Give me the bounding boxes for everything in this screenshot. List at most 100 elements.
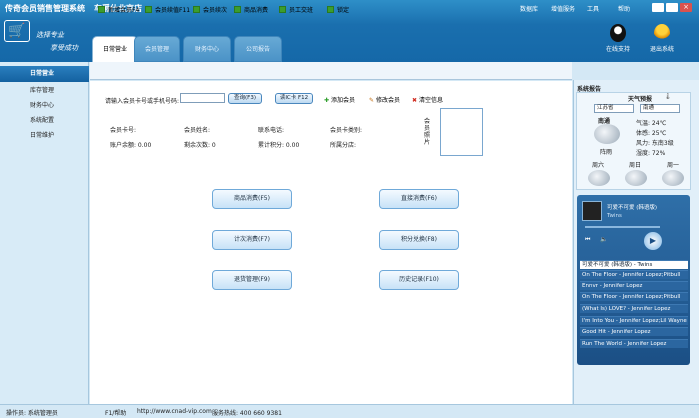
member-photo-label: 会员照片 bbox=[424, 118, 431, 146]
forecast-day-3: 周一 bbox=[667, 162, 680, 169]
tab-finance-center[interactable]: 财务中心 bbox=[183, 36, 231, 62]
branch-label: 所属分店: bbox=[330, 142, 357, 149]
account-balance-label: 账户余额: 0.00 bbox=[110, 142, 152, 149]
database-menu[interactable]: 数据库 bbox=[520, 4, 538, 13]
remaining-count-label: 剩余次数: 0 bbox=[184, 142, 216, 149]
prev-icon[interactable]: ⏮ bbox=[585, 236, 590, 244]
wind: 风力: 东南3级 bbox=[636, 140, 674, 147]
sidebar-item-finance[interactable]: 财务中心 bbox=[0, 98, 89, 114]
progress-bar[interactable] bbox=[585, 226, 660, 228]
weather-title: 天气预报 bbox=[628, 96, 653, 103]
now-playing-title: 可爱不可爱 (韩语版) bbox=[607, 205, 658, 211]
tab-company-report[interactable]: 公司报告 bbox=[234, 36, 282, 62]
total-points-label: 累计积分: 0.00 bbox=[258, 142, 300, 149]
rain-cloud-icon bbox=[594, 124, 620, 144]
query-button[interactable]: 查询(F3) bbox=[228, 93, 262, 104]
pencil-icon: ✎ bbox=[369, 97, 375, 104]
toolbar-member-renew-count[interactable]: 会员续次 bbox=[193, 5, 227, 14]
exit-system-button[interactable]: 退出系统 bbox=[642, 24, 682, 53]
playlist-item[interactable]: On The Floor - Jennifer Lopez;Pitbull bbox=[580, 270, 688, 279]
forecast-cloud-icon-1 bbox=[588, 170, 610, 186]
toolbar-member-renew-count-label: 会员续次 bbox=[203, 7, 228, 14]
toolbar-staff-handover-label: 员工交班 bbox=[289, 7, 314, 14]
playlist-item[interactable]: Ennvr - Jennifer Lopez bbox=[580, 281, 688, 290]
count-consume-button[interactable]: 计次消费(F7) bbox=[212, 230, 292, 250]
temperature: 气温: 24℃ bbox=[636, 120, 667, 127]
toolbar-goods-consume[interactable]: 商品消费 bbox=[234, 5, 268, 14]
exit-system-label: 退出系统 bbox=[649, 46, 674, 53]
quick-consume-button[interactable]: 直接消费(F6) bbox=[379, 189, 459, 209]
feels-like: 体感: 25℃ bbox=[636, 130, 667, 137]
province-select[interactable]: 江苏省 bbox=[594, 104, 634, 113]
recharge-icon bbox=[145, 6, 152, 13]
member-name-label: 会员姓名: bbox=[184, 127, 211, 134]
card-input-label: 请输入会员卡号或手机号码: bbox=[105, 98, 180, 105]
toolbar-staff-handover[interactable]: 员工交班 bbox=[279, 5, 313, 14]
clear-info-label: 清空信息 bbox=[418, 97, 443, 104]
province-value: 江苏省 bbox=[597, 105, 614, 111]
value-added-menu[interactable]: 增值服务 bbox=[551, 4, 575, 13]
toolbar-goods-consume-label: 商品消费 bbox=[244, 7, 269, 14]
edit-member-link[interactable]: ✎ 修改会员 bbox=[369, 95, 400, 104]
playlist-item[interactable]: (What Is) LOVE? - Jennifer Lopez bbox=[580, 304, 688, 313]
forecast-cloud-icon-2 bbox=[625, 170, 647, 186]
play-icon[interactable]: ▶ bbox=[644, 232, 662, 250]
close-icon[interactable]: × bbox=[680, 3, 692, 12]
playlist-item[interactable]: On The Floor - Jennifer Lopez;Pitbull bbox=[580, 292, 688, 301]
plus-icon: ✚ bbox=[324, 97, 330, 104]
help-menu[interactable]: 帮助 bbox=[618, 4, 630, 13]
read-ic-card-button[interactable]: 读IC卡 F12 bbox=[275, 93, 313, 104]
return-management-button[interactable]: 退货管理(F9) bbox=[212, 270, 292, 290]
tools-menu[interactable]: 工具 bbox=[587, 4, 599, 13]
volume-icon[interactable]: 🔈 bbox=[600, 236, 607, 243]
running-man-icon bbox=[654, 24, 670, 42]
points-exchange-button[interactable]: 积分兑换(F8) bbox=[379, 230, 459, 250]
forecast-day-1: 周六 bbox=[592, 162, 605, 169]
toolbar-lock[interactable]: 锁定 bbox=[327, 5, 349, 14]
minimize-button[interactable] bbox=[652, 3, 664, 12]
sidebar-item-system-config[interactable]: 系统配置 bbox=[0, 113, 89, 129]
renew-icon bbox=[193, 6, 200, 13]
goods-consume-button[interactable]: 商品消费(F5) bbox=[212, 189, 292, 209]
website-url[interactable]: http://www.cnad-vip.com bbox=[137, 408, 212, 415]
x-icon: ✖ bbox=[412, 97, 418, 104]
online-support-button[interactable]: 在线支持 bbox=[598, 24, 638, 53]
city-select[interactable]: 南通 bbox=[640, 104, 680, 113]
toolbar-member-recharge-label: 会员续值F11 bbox=[155, 7, 191, 14]
edit-member-label: 修改会员 bbox=[375, 97, 400, 104]
tab-daily-business[interactable]: 日常营业 bbox=[92, 36, 138, 62]
weather-condition: 阵雨 bbox=[600, 149, 613, 156]
toolbar-member-recharge[interactable]: 会员续值F11 bbox=[145, 5, 190, 14]
history-records-button[interactable]: 历史记录(F10) bbox=[379, 270, 459, 290]
maximize-button[interactable] bbox=[666, 3, 678, 12]
handover-icon bbox=[279, 6, 286, 13]
card-number-input[interactable] bbox=[180, 93, 225, 103]
album-art bbox=[582, 201, 602, 221]
sidebar-item-inventory[interactable]: 库存管理 bbox=[0, 83, 89, 99]
playlist-item[interactable]: Run The World - Jennifer Lopez bbox=[580, 339, 688, 348]
forecast-cloud-icon-3 bbox=[662, 170, 684, 186]
forecast-day-2: 周日 bbox=[629, 162, 642, 169]
playlist-item[interactable]: Good Hit - Jennifer Lopez bbox=[580, 327, 688, 336]
now-playing-artist: Twins bbox=[607, 213, 622, 219]
goods-icon bbox=[234, 6, 241, 13]
playlist-item[interactable]: I'm Into You - Jennifer Lopez;Lil Wayne bbox=[580, 316, 688, 325]
clear-info-link[interactable]: ✖ 清空信息 bbox=[412, 95, 443, 104]
slogan-line1: 选择专业 bbox=[36, 31, 64, 39]
sidebar-item-maintenance[interactable]: 日常维护 bbox=[0, 128, 89, 144]
action-toolbar bbox=[90, 62, 572, 80]
slogan-line2: 享受成功 bbox=[50, 44, 78, 52]
toolbar-add-member[interactable]: 新增会员F4 bbox=[98, 5, 139, 14]
member-photo bbox=[440, 108, 483, 156]
add-member-label: 添加会员 bbox=[330, 97, 355, 104]
humidity: 湿度: 72% bbox=[636, 150, 666, 157]
add-member-link[interactable]: ✚ 添加会员 bbox=[324, 95, 355, 104]
toolbar-add-member-label: 新增会员F4 bbox=[108, 7, 140, 14]
sidebar-item-daily-business[interactable]: 日常营业 bbox=[0, 66, 89, 82]
playlist-item[interactable]: 可爱不可爱 (韩语版) - Twins bbox=[580, 260, 688, 269]
online-support-label: 在线支持 bbox=[605, 46, 630, 53]
city-value: 南通 bbox=[643, 105, 655, 111]
add-icon bbox=[98, 6, 105, 13]
help-hint[interactable]: F1/帮助 bbox=[105, 408, 126, 417]
tab-member-management[interactable]: 会员管理 bbox=[134, 36, 180, 62]
